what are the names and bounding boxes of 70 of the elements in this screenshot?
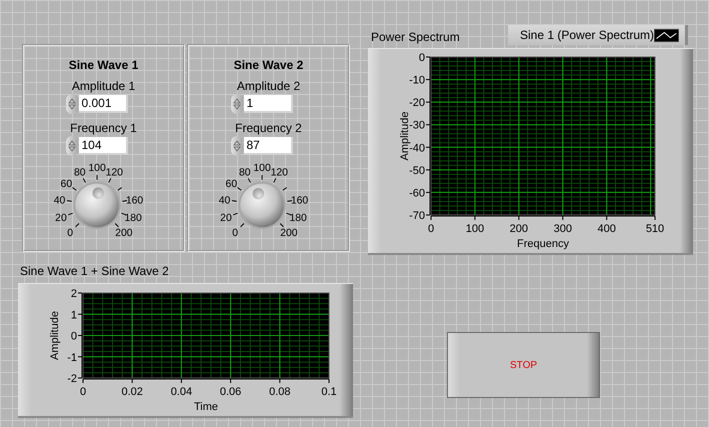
stepper-button[interactable] (230, 94, 242, 114)
control-label: Frequency 1 (70, 121, 137, 135)
number-field[interactable]: 1 (244, 95, 292, 113)
scale-label: 60 (60, 178, 72, 190)
scale-label: 200 (280, 228, 298, 240)
scale-label: 180 (288, 212, 306, 224)
plot-legend[interactable]: Sine 1 (Power Spectrum) (508, 25, 688, 45)
scale-label: 40 (53, 195, 65, 206)
tick-label: -50 (409, 164, 425, 177)
panel-title: Sine Wave 1 (68, 58, 138, 72)
scale-label: 40 (218, 195, 230, 206)
scale-label: 200 (114, 228, 132, 240)
control-label: Frequency 2 (235, 121, 302, 135)
stepper-button[interactable] (66, 136, 78, 156)
tick-label: -40 (409, 142, 425, 154)
scale-label: 180 (124, 212, 142, 224)
scale-label: 100 (88, 163, 106, 174)
tick-label: 510 (646, 223, 664, 235)
axis-title: Time (194, 401, 218, 413)
knob[interactable] (238, 182, 286, 230)
scale-label: 120 (270, 167, 288, 178)
tick-label: -10 (409, 74, 425, 87)
tick-label: 0 (70, 330, 77, 342)
scale-label: 0 (66, 228, 73, 240)
tick-label: 400 (598, 223, 616, 235)
stepper-button[interactable] (66, 94, 78, 114)
tick-label: -70 (409, 210, 425, 222)
tick-label: -2 (67, 373, 77, 385)
stepper-button[interactable] (230, 136, 242, 156)
graph-label: Sine Wave 1 + Sine Wave 2 (20, 264, 169, 278)
tick-label: 0.06 (220, 386, 242, 398)
number-field[interactable]: 0.001 (78, 95, 128, 113)
scale-label: 80 (238, 167, 250, 178)
graph-label: Power Spectrum (371, 30, 460, 44)
legend-name: Sine 1 (Power Spectrum) (520, 28, 654, 42)
number-field[interactable]: 87 (244, 137, 292, 155)
scale-label: 160 (125, 195, 143, 206)
tick-label: 300 (554, 223, 572, 235)
control-label: Amplitude 1 (72, 79, 136, 93)
tick-label: 0.04 (170, 386, 192, 398)
scale-label: 20 (220, 212, 232, 224)
tick-label: 0.08 (269, 386, 290, 398)
tick-label: 0.02 (122, 386, 143, 398)
tick-label: 200 (510, 223, 528, 235)
tick-label: 2 (70, 288, 77, 300)
scale-label: 60 (225, 178, 237, 190)
tick-label: 0 (428, 223, 434, 235)
scale-label: 120 (105, 167, 122, 178)
axis-title: Frequency (517, 238, 569, 250)
panel-title: Sine Wave 2 (234, 58, 304, 72)
tick-label: 0 (80, 386, 86, 398)
control-label: Amplitude 2 (236, 79, 300, 93)
tick-label: -1 (67, 352, 77, 364)
number-field[interactable]: 104 (78, 137, 128, 155)
tick-label: 0.1 (321, 386, 337, 398)
tick-label: 0 (418, 52, 425, 64)
axis-title: Amplitude (49, 311, 61, 360)
scale-label: 20 (54, 212, 66, 224)
tick-label: 100 (466, 223, 484, 235)
knob[interactable] (72, 182, 120, 230)
line-style-icon (654, 28, 679, 42)
tick-label: -20 (409, 97, 425, 110)
scale-label: 160 (290, 195, 308, 206)
tick-label: 1 (70, 309, 77, 322)
axis-title: Amplitude (399, 112, 411, 160)
tick-label: -30 (409, 120, 425, 132)
scale-label: 80 (74, 167, 86, 178)
tick-label: -60 (409, 187, 425, 200)
scale-label: 100 (252, 163, 270, 174)
scale-label: 0 (232, 228, 238, 240)
